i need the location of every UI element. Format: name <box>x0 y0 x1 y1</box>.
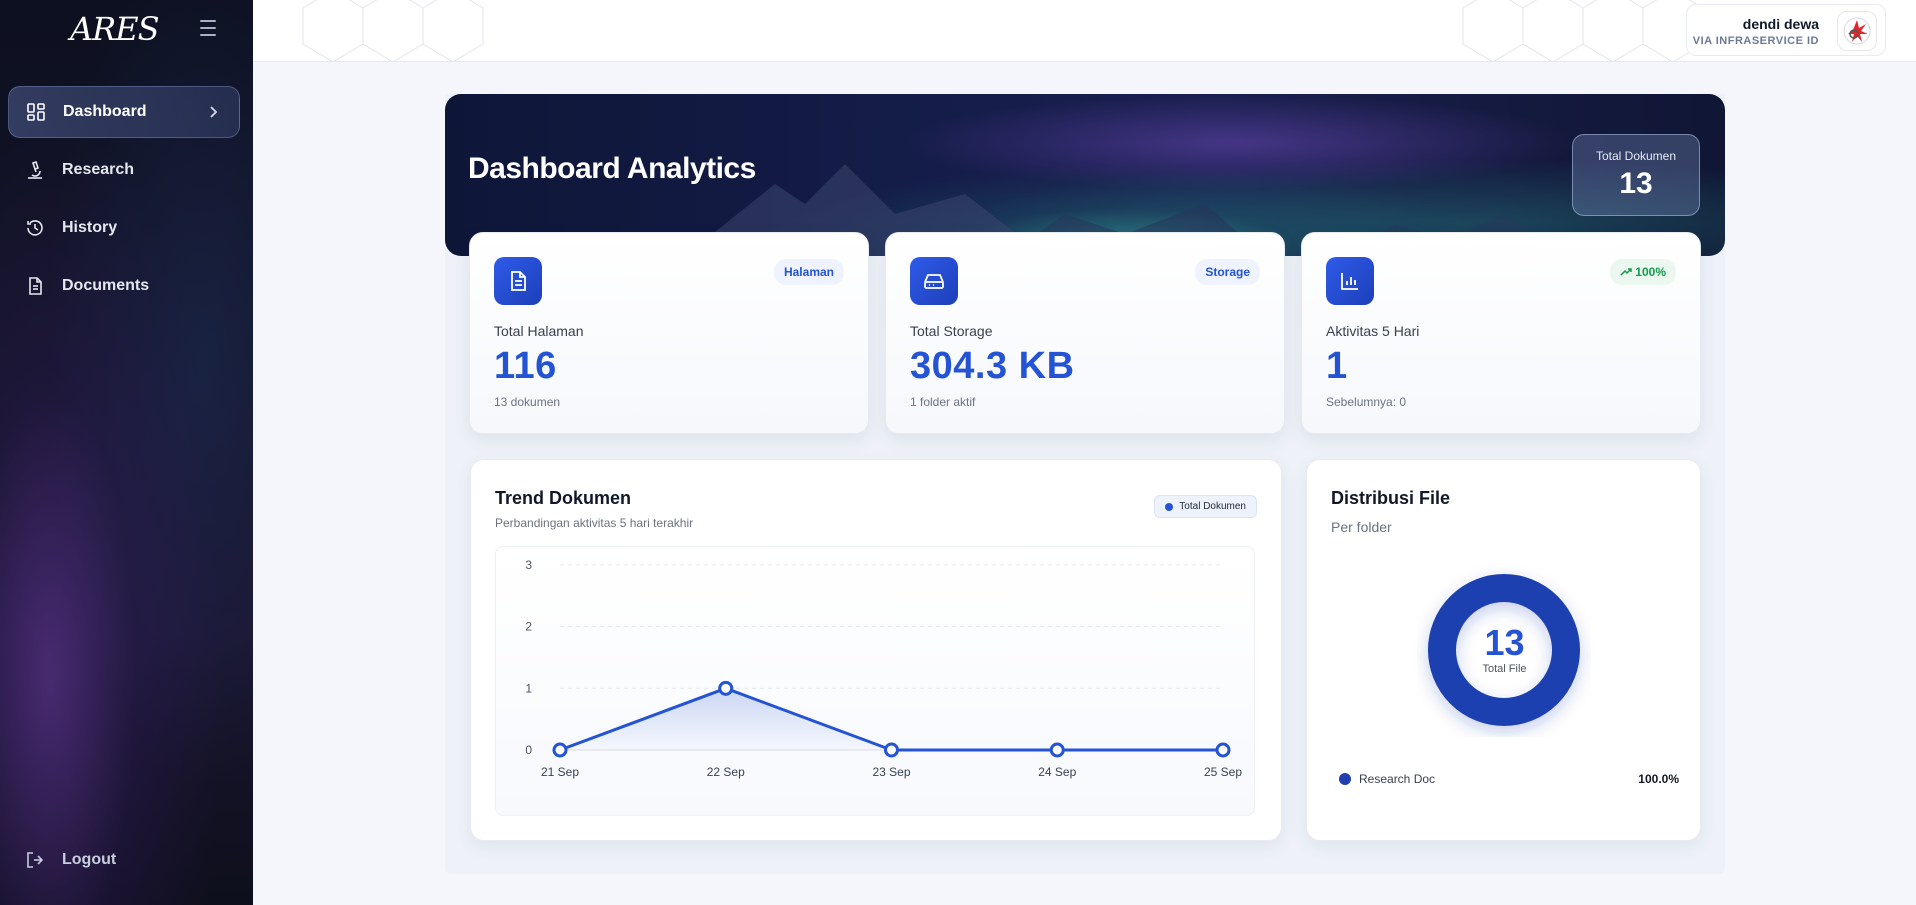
stat-subtext: 13 dokumen <box>494 395 561 409</box>
data-point[interactable] <box>884 742 899 758</box>
trend-chart-card: Trend Dokumen Perbandingan aktivitas 5 h… <box>470 459 1282 841</box>
data-point[interactable] <box>718 680 734 696</box>
company-logo-icon <box>1843 17 1871 45</box>
legend-dot <box>1165 502 1174 511</box>
y-tick-label: 2 <box>525 620 532 634</box>
bar-chart-icon <box>1326 257 1374 305</box>
stat-tag: Halaman <box>773 259 844 285</box>
stat-label: Total Storage <box>910 323 993 339</box>
sidebar-item-dashboard[interactable]: Dashboard <box>8 86 240 138</box>
user-name: dendi dewa <box>1742 16 1819 32</box>
sidebar-item-label: Dashboard <box>63 103 147 120</box>
stat-tag: Storage <box>1195 259 1260 285</box>
chart-subtitle: Perbandingan aktivitas 5 hari terakhir <box>495 516 694 530</box>
history-icon <box>25 218 45 238</box>
chart-area: 0 1 2 3 21 Sep 22 Sep 23 Sep 24 Sep 25 Sep <box>495 546 1255 816</box>
trend-up-value: 100% <box>1635 265 1666 279</box>
donut-center-label: Total File <box>1482 663 1527 675</box>
y-tick-label: 1 <box>525 681 532 695</box>
topbar: dendi dewa VIA INFRASERVICE ID <box>253 0 1916 62</box>
data-point[interactable] <box>552 742 568 758</box>
distribution-item-label: Research Doc <box>1359 772 1436 786</box>
stat-subtext: 1 folder aktif <box>910 395 976 409</box>
x-tick-label: 24 Sep <box>1038 765 1076 779</box>
microscope-icon <box>25 160 45 180</box>
stat-value: 116 <box>494 345 557 387</box>
sidebar-item-research[interactable]: Research <box>8 144 240 196</box>
sidebar-item-label: History <box>62 219 118 236</box>
brand-logo: ARES <box>70 10 159 48</box>
legend-label: Total Dokumen <box>1179 501 1246 512</box>
legend-dot <box>1339 773 1351 785</box>
x-tick-label: 21 Sep <box>541 765 579 779</box>
x-tick-label: 23 Sep <box>872 765 910 779</box>
logout-label: Logout <box>62 851 117 868</box>
stat-card-activity: 100% Aktivitas 5 Hari 1 Sebelumnya: 0 <box>1301 232 1701 434</box>
sidebar-item-history[interactable]: History <box>8 202 240 254</box>
total-documents-label: Total Dokumen <box>1595 149 1677 163</box>
trend-up-badge: 100% <box>1610 259 1676 285</box>
stat-card-pages: Halaman Total Halaman 116 13 dokumen <box>469 232 869 434</box>
stat-subtext: Sebelumnya: 0 <box>1326 395 1407 409</box>
user-organization: VIA INFRASERVICE ID <box>1692 35 1819 47</box>
trend-up-icon <box>1620 268 1633 276</box>
sidebar: ARES Dashboard Research History Document… <box>0 0 253 905</box>
stat-label: Aktivitas 5 Hari <box>1326 323 1420 339</box>
chart-title: Trend Dokumen <box>495 488 632 508</box>
series-area <box>560 688 1223 750</box>
y-tick-label: 3 <box>525 558 532 572</box>
total-documents-badge: Total Dokumen 13 <box>1572 134 1700 216</box>
chart-legend[interactable]: Total Dokumen <box>1154 495 1257 518</box>
stat-value: 1 <box>1326 345 1348 387</box>
data-point[interactable] <box>1215 742 1231 758</box>
logout-icon <box>25 850 45 870</box>
y-tick-label: 0 <box>525 743 532 757</box>
document-icon <box>25 276 45 296</box>
stat-value: 304.3 KB <box>910 345 1075 387</box>
sidebar-item-label: Documents <box>62 277 150 294</box>
user-menu[interactable]: dendi dewa VIA INFRASERVICE ID <box>1686 4 1886 56</box>
sidebar-item-documents[interactable]: Documents <box>8 260 240 312</box>
trend-line-chart: 0 1 2 3 21 Sep 22 Sep 23 Sep 24 Sep 25 Sep <box>525 558 1242 779</box>
total-documents-value: 13 <box>1619 167 1653 200</box>
menu-toggle-icon[interactable] <box>200 20 220 36</box>
distribution-item-percent: 100.0% <box>1638 772 1679 786</box>
stat-label: Total Halaman <box>494 323 584 339</box>
stat-card-storage: Storage Total Storage 304.3 KB 1 folder … <box>885 232 1285 434</box>
drive-icon <box>910 257 958 305</box>
sidebar-item-label: Research <box>62 161 135 178</box>
file-icon <box>494 257 542 305</box>
data-point[interactable] <box>1049 742 1065 758</box>
page-title: Dashboard Analytics <box>468 152 756 185</box>
x-tick-label: 22 Sep <box>707 765 745 779</box>
donut-center-value: 13 <box>1484 622 1525 663</box>
hexagon-pattern <box>302 0 1704 61</box>
chevron-right-icon <box>207 104 219 125</box>
sidebar-nav: Dashboard Research History Documents <box>8 86 240 318</box>
x-tick-label: 25 Sep <box>1204 765 1242 779</box>
logout-button[interactable]: Logout <box>25 850 116 870</box>
avatar <box>1837 11 1877 51</box>
distribution-card: Distribusi File Per folder 13 Total File… <box>1306 459 1701 841</box>
dashboard-icon <box>26 102 46 122</box>
distribution-legend-item: Research Doc 100.0% <box>1339 772 1679 786</box>
